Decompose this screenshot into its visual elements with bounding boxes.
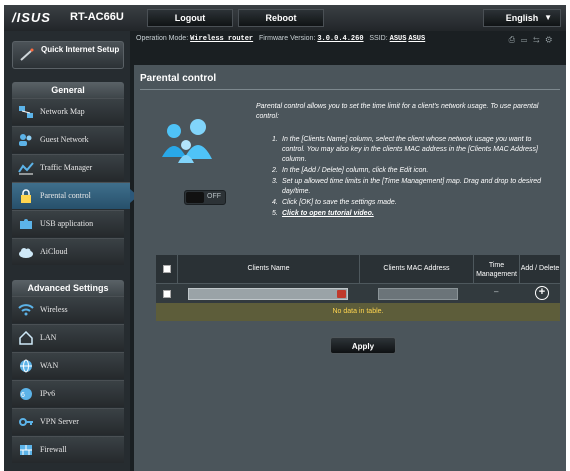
- sidebar-item-label: VPN Server: [40, 417, 79, 426]
- general-section-header: General: [12, 82, 124, 98]
- sidebar-item-parental-control[interactable]: Parental control: [12, 182, 138, 209]
- instruction-step: 1. In the [Clients Name] column, select t…: [272, 136, 539, 163]
- clients-table-header: Clients Name Clients MAC Address Time Ma…: [156, 255, 560, 283]
- instruction-step: 5. Click to open tutorial video.: [272, 210, 374, 217]
- globe-icon: [20, 359, 32, 373]
- reboot-button[interactable]: Reboot: [238, 9, 324, 27]
- cloud-icon: [19, 248, 33, 258]
- operation-mode-label: Operation Mode:: [136, 35, 189, 42]
- firmware-label: Firmware Version:: [258, 35, 316, 42]
- quick-internet-setup-label: Quick Internet Setup: [41, 45, 120, 54]
- sidebar-item-label: WAN: [40, 361, 59, 370]
- sidebar-item-label: Firewall: [40, 445, 67, 454]
- sidebar-item-lan[interactable]: LAN: [12, 324, 124, 351]
- network-map-icon: [19, 106, 33, 118]
- operation-mode-link[interactable]: Wireless router: [190, 35, 253, 43]
- table-row: – +: [156, 283, 560, 303]
- toggle-knob: [186, 192, 204, 203]
- add-icon[interactable]: +: [535, 286, 549, 300]
- ssid-5g-link[interactable]: ASUS: [408, 35, 425, 43]
- magic-wand-icon: [20, 48, 34, 61]
- advanced-settings-section-header: Advanced Settings: [12, 280, 124, 296]
- status-line: Operation Mode: Wireless router Firmware…: [136, 35, 564, 49]
- ssid-label: SSID:: [369, 35, 388, 42]
- usb-puzzle-icon: [20, 219, 32, 229]
- sidebar-item-network-map[interactable]: Network Map: [12, 98, 124, 125]
- sidebar-item-usb-application[interactable]: USB application: [12, 210, 124, 237]
- family-illustration-icon: [162, 119, 212, 163]
- instruction-steps: 1. In the [Clients Name] column, select t…: [272, 135, 556, 220]
- select-all-checkbox[interactable]: [163, 265, 171, 273]
- sidebar-item-ipv6[interactable]: 6 IPv6: [12, 380, 124, 407]
- chevron-down-icon: ▼: [544, 13, 552, 22]
- language-value: English: [505, 13, 539, 23]
- svg-text:6: 6: [21, 392, 25, 399]
- firewall-icon: [20, 445, 32, 455]
- ipv6-globe-icon: 6: [20, 388, 32, 400]
- sidebar-item-label: Parental control: [40, 191, 91, 200]
- apply-button[interactable]: Apply: [330, 337, 396, 354]
- empty-table-message: No data in table.: [156, 303, 560, 321]
- sidebar-item-wan[interactable]: WAN: [12, 352, 124, 379]
- instruction-step: 2. In the [Add / Delete] column, click th…: [272, 167, 429, 174]
- dropdown-arrow-icon[interactable]: [337, 290, 346, 298]
- settings-icon[interactable]: ⚙: [546, 35, 558, 44]
- column-time-management: Time Management: [474, 255, 520, 283]
- printer-icon[interactable]: ⎙: [509, 35, 521, 44]
- column-mac-address: Clients MAC Address: [360, 255, 474, 283]
- sidebar-item-label: Traffic Manager: [40, 163, 93, 172]
- mac-address-input[interactable]: [378, 288, 458, 300]
- logout-button[interactable]: Logout: [147, 9, 233, 27]
- lock-icon: [21, 189, 31, 203]
- intro-text: Parental control allows you to set the t…: [256, 103, 539, 120]
- page-title: Parental control: [140, 73, 217, 84]
- traffic-manager-icon: [18, 162, 34, 175]
- wan-status-icon[interactable]: ⇆: [533, 35, 545, 44]
- sidebar-item-label: USB application: [40, 219, 94, 228]
- quick-internet-setup-button[interactable]: Quick Internet Setup: [12, 41, 124, 69]
- sidebar-item-traffic-manager[interactable]: Traffic Manager: [12, 154, 124, 181]
- usb-status-icon[interactable]: ▭: [521, 35, 533, 44]
- sidebar-item-label: Network Map: [40, 107, 85, 116]
- status-icons: ⎙▭⇆⚙: [509, 35, 558, 45]
- top-bar: /ISUS RT-AC66U Logout Reboot English ▼: [4, 5, 566, 31]
- tutorial-video-link[interactable]: Click to open tutorial video.: [282, 210, 374, 217]
- instruction-step: 3. Set up allowed time limits in the [Tim…: [272, 178, 542, 195]
- home-icon: [19, 331, 33, 345]
- column-add-delete: Add / Delete: [520, 265, 560, 272]
- row-checkbox[interactable]: [163, 290, 171, 298]
- sidebar-item-firewall[interactable]: Firewall: [12, 436, 124, 463]
- router-admin-page: /ISUS RT-AC66U Logout Reboot English ▼ Q…: [4, 5, 566, 471]
- vpn-icon: [19, 418, 33, 426]
- select-all-cell: [156, 255, 178, 283]
- toggle-state-label: OFF: [207, 193, 221, 200]
- asus-logo: /ISUS: [12, 10, 51, 25]
- wifi-icon: [18, 304, 34, 316]
- sidebar-item-wireless[interactable]: Wireless: [12, 296, 124, 323]
- firmware-version-link[interactable]: 3.0.0.4.260: [317, 35, 363, 43]
- time-management-value: –: [494, 287, 499, 296]
- router-model: RT-AC66U: [70, 11, 124, 23]
- sidebar-item-label: AiCloud: [40, 247, 68, 256]
- guest-network-icon: [19, 134, 32, 146]
- ssid-2g-link[interactable]: ASUS: [390, 35, 407, 43]
- column-clients-name: Clients Name: [178, 255, 360, 283]
- sidebar-item-vpn-server[interactable]: VPN Server: [12, 408, 124, 435]
- sidebar-item-label: IPv6: [40, 389, 56, 398]
- sidebar-item-guest-network[interactable]: Guest Network: [12, 126, 124, 153]
- sidebar-item-label: Guest Network: [40, 135, 89, 144]
- main-content: Parental control OFF Parental control al…: [134, 65, 566, 471]
- instruction-step: 4. Click [OK] to save the settings made.: [272, 199, 397, 206]
- sidebar-item-label: Wireless: [40, 305, 68, 314]
- sidebar-item-label: LAN: [40, 333, 57, 342]
- title-divider: [140, 89, 560, 90]
- sidebar-item-aicloud[interactable]: AiCloud: [12, 238, 124, 265]
- language-select[interactable]: English ▼: [483, 9, 561, 27]
- parental-control-toggle[interactable]: OFF: [184, 190, 226, 205]
- sidebar: Quick Internet Setup General Network Map…: [4, 31, 138, 471]
- clients-name-select[interactable]: [188, 288, 348, 300]
